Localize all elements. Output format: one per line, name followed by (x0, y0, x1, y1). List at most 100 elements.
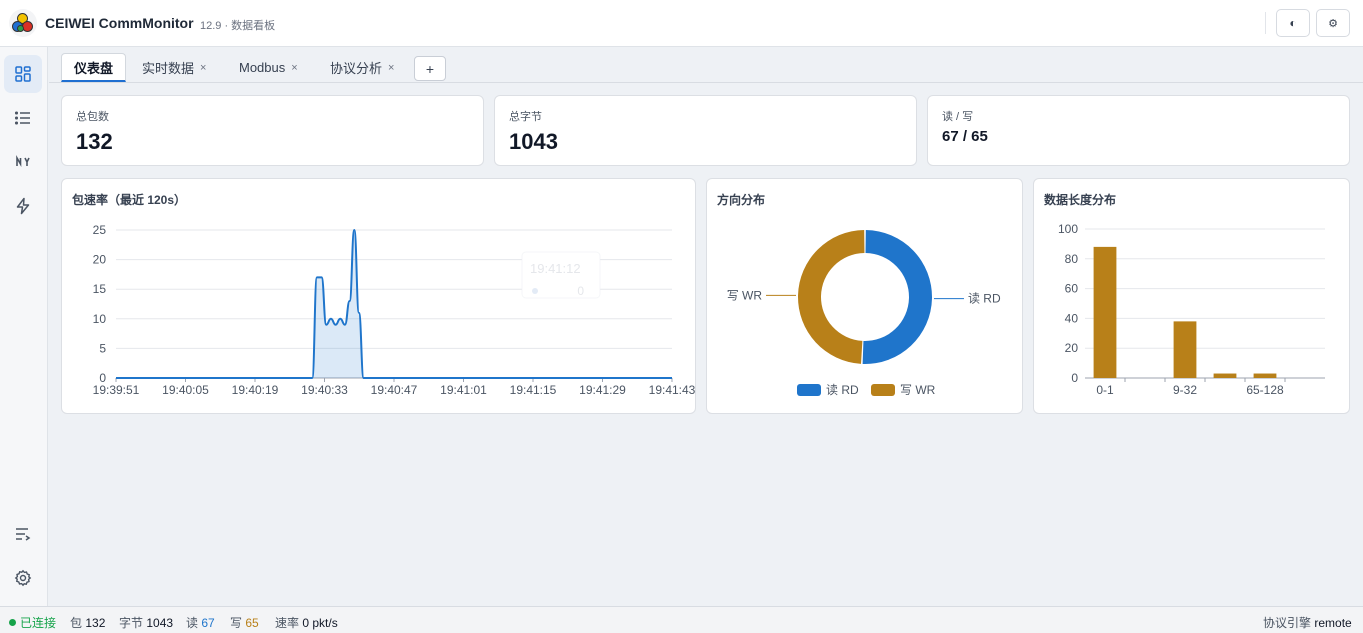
stat-label: 总包数 (76, 111, 109, 123)
packets-label: 包 (70, 616, 83, 630)
legend-label: 读 RD (826, 383, 859, 397)
list-icon (14, 111, 30, 125)
tab-modbus[interactable]: Modbus × (227, 53, 310, 82)
read-label: 读 (186, 616, 199, 630)
x-tick-label: 19:40:33 (301, 383, 348, 397)
y-tick-label: 10 (93, 312, 107, 326)
x-tick-label: 19:41:15 (510, 383, 557, 397)
bytes-count: 字节 1043 (119, 614, 173, 631)
tab-label: 实时数据 (142, 61, 195, 76)
bar-9-32 (1173, 321, 1197, 378)
legend-swatch (797, 384, 821, 396)
x-tick-label: 65-128 (1246, 383, 1284, 397)
rate-label: 速率 (275, 616, 300, 630)
theme-toggle-button[interactable]: ◐ (1276, 9, 1310, 37)
pie-label: 读 RD (968, 292, 1001, 306)
x-tick-label: 19:41:43 (649, 383, 696, 397)
engine-label: 协议引擎 (1263, 616, 1312, 630)
bar-0-1 (1093, 246, 1117, 378)
protocol-engine: 协议引擎 remote (1263, 614, 1352, 631)
close-icon[interactable]: × (291, 62, 297, 74)
tab-bar: 仪表盘 实时数据 × Modbus × 协议分析 × + (49, 47, 1363, 83)
sidebar (0, 47, 48, 606)
top-bar: CEIWEI CommMonitor 12.9 · 数据看板 ◐ ⚙ (0, 0, 1363, 47)
status-bar: 已连接 包 132 字节 1043 读 67 写 65 速率 0 pkt/s 协… (0, 606, 1363, 633)
stat-card-total-bytes: 总字节 1043 (494, 95, 917, 166)
settings-button[interactable]: ⚙ (1316, 9, 1350, 37)
y-tick-label: 80 (1065, 252, 1079, 266)
packet-rate-card: 包速率（最近 120s） 0 5 10 15 20 25 19:39:51 19:40:05 1… (61, 178, 696, 414)
dashboard-icon (15, 66, 31, 82)
sidebar-item-list[interactable] (4, 99, 42, 137)
tab-realtime-data[interactable]: 实时数据 × (130, 53, 218, 82)
stat-card-read-write: 读 / 写 67 / 65 (927, 95, 1350, 166)
lightning-icon (16, 197, 30, 215)
tooltip-marker (532, 288, 538, 294)
sidebar-item-dashboard[interactable] (4, 55, 42, 93)
tab-protocol-analysis[interactable]: 协议分析 × (318, 53, 406, 82)
x-tick-label: 19:40:05 (162, 383, 209, 397)
y-tick-label: 100 (1058, 222, 1078, 236)
stat-label: 总字节 (509, 111, 542, 123)
stat-value: 67 / 65 (942, 128, 988, 145)
gear-icon: ⚙ (1328, 17, 1338, 30)
x-tick-label: 19:41:29 (579, 383, 626, 397)
sidebar-item-compare[interactable] (4, 143, 42, 181)
direction-pie-chart[interactable]: 读 RD 写 WR 读 RD 写 WR (707, 179, 1024, 415)
sidebar-item-trigger[interactable] (4, 187, 42, 225)
packets-value: 132 (85, 616, 106, 630)
bar-33-64 (1213, 373, 1237, 378)
legend-label: 写 WR (900, 383, 936, 397)
connection-label: 已连接 (20, 616, 57, 630)
write-count: 写 65 (230, 614, 259, 631)
rate-value: 速率 0 pkt/s (275, 614, 338, 631)
tab-label: 协议分析 (330, 61, 383, 76)
y-tick-label: 5 (99, 341, 106, 355)
x-tick-label: 19:40:47 (371, 383, 418, 397)
read-count: 读 67 (186, 614, 215, 631)
pie-slice-read (862, 230, 933, 364)
packets-count: 包 132 (70, 614, 105, 631)
packet-rate-chart[interactable]: 0 5 10 15 20 25 19:39:51 19:40:05 19:40:19 19:40:… (62, 179, 697, 415)
tab-label: Modbus (239, 60, 286, 75)
x-tick-label: 0-1 (1096, 383, 1114, 397)
tab-label: 仪表盘 (74, 60, 114, 76)
log-icon (16, 528, 31, 541)
y-tick-label: 20 (93, 253, 107, 267)
engine-value: remote (1314, 616, 1352, 630)
y-tick-label: 15 (93, 282, 107, 296)
bytes-label: 字节 (119, 616, 144, 630)
x-tick-label: 19:39:51 (93, 383, 140, 397)
contrast-icon: ◐ (1289, 16, 1297, 30)
status-dot-icon (9, 619, 16, 626)
rate-number: 0 pkt/s (302, 616, 338, 630)
app-version: 12.9 · 数据看板 (200, 20, 276, 32)
legend-swatch (871, 384, 895, 396)
add-tab-button[interactable]: + (414, 56, 446, 81)
divider (1265, 12, 1266, 34)
x-tick-label: 9-32 (1173, 383, 1197, 397)
read-value: 67 (201, 616, 215, 630)
sidebar-item-settings[interactable] (4, 559, 42, 597)
x-tick-label: 19:41:01 (440, 383, 487, 397)
stat-label: 读 / 写 (942, 111, 974, 123)
close-icon[interactable]: × (388, 62, 394, 74)
pie-label: 写 WR (727, 288, 763, 302)
pie-slice-write (797, 230, 865, 364)
stat-value: 1043 (509, 129, 558, 154)
tooltip-value: 0 (577, 284, 584, 298)
length-bar-chart[interactable]: 0 20 40 60 80 100 0-1 9-32 65-128 (1034, 179, 1351, 415)
y-tick-label: 20 (1065, 341, 1079, 355)
write-label: 写 (230, 616, 243, 630)
sidebar-item-log[interactable] (4, 515, 42, 553)
bar-65-128 (1253, 373, 1277, 378)
connection-status: 已连接 (9, 614, 56, 631)
close-icon[interactable]: × (200, 62, 206, 74)
y-tick-label: 60 (1065, 282, 1079, 296)
direction-card: 方向分布 读 RD 写 WR 读 RD 写 WR (706, 178, 1023, 414)
stat-value: 132 (76, 129, 113, 154)
tab-dashboard[interactable]: 仪表盘 (61, 53, 127, 82)
x-tick-label: 19:40:19 (232, 383, 279, 397)
y-tick-label: 40 (1065, 311, 1079, 325)
stat-card-total-packets: 总包数 132 (61, 95, 484, 166)
